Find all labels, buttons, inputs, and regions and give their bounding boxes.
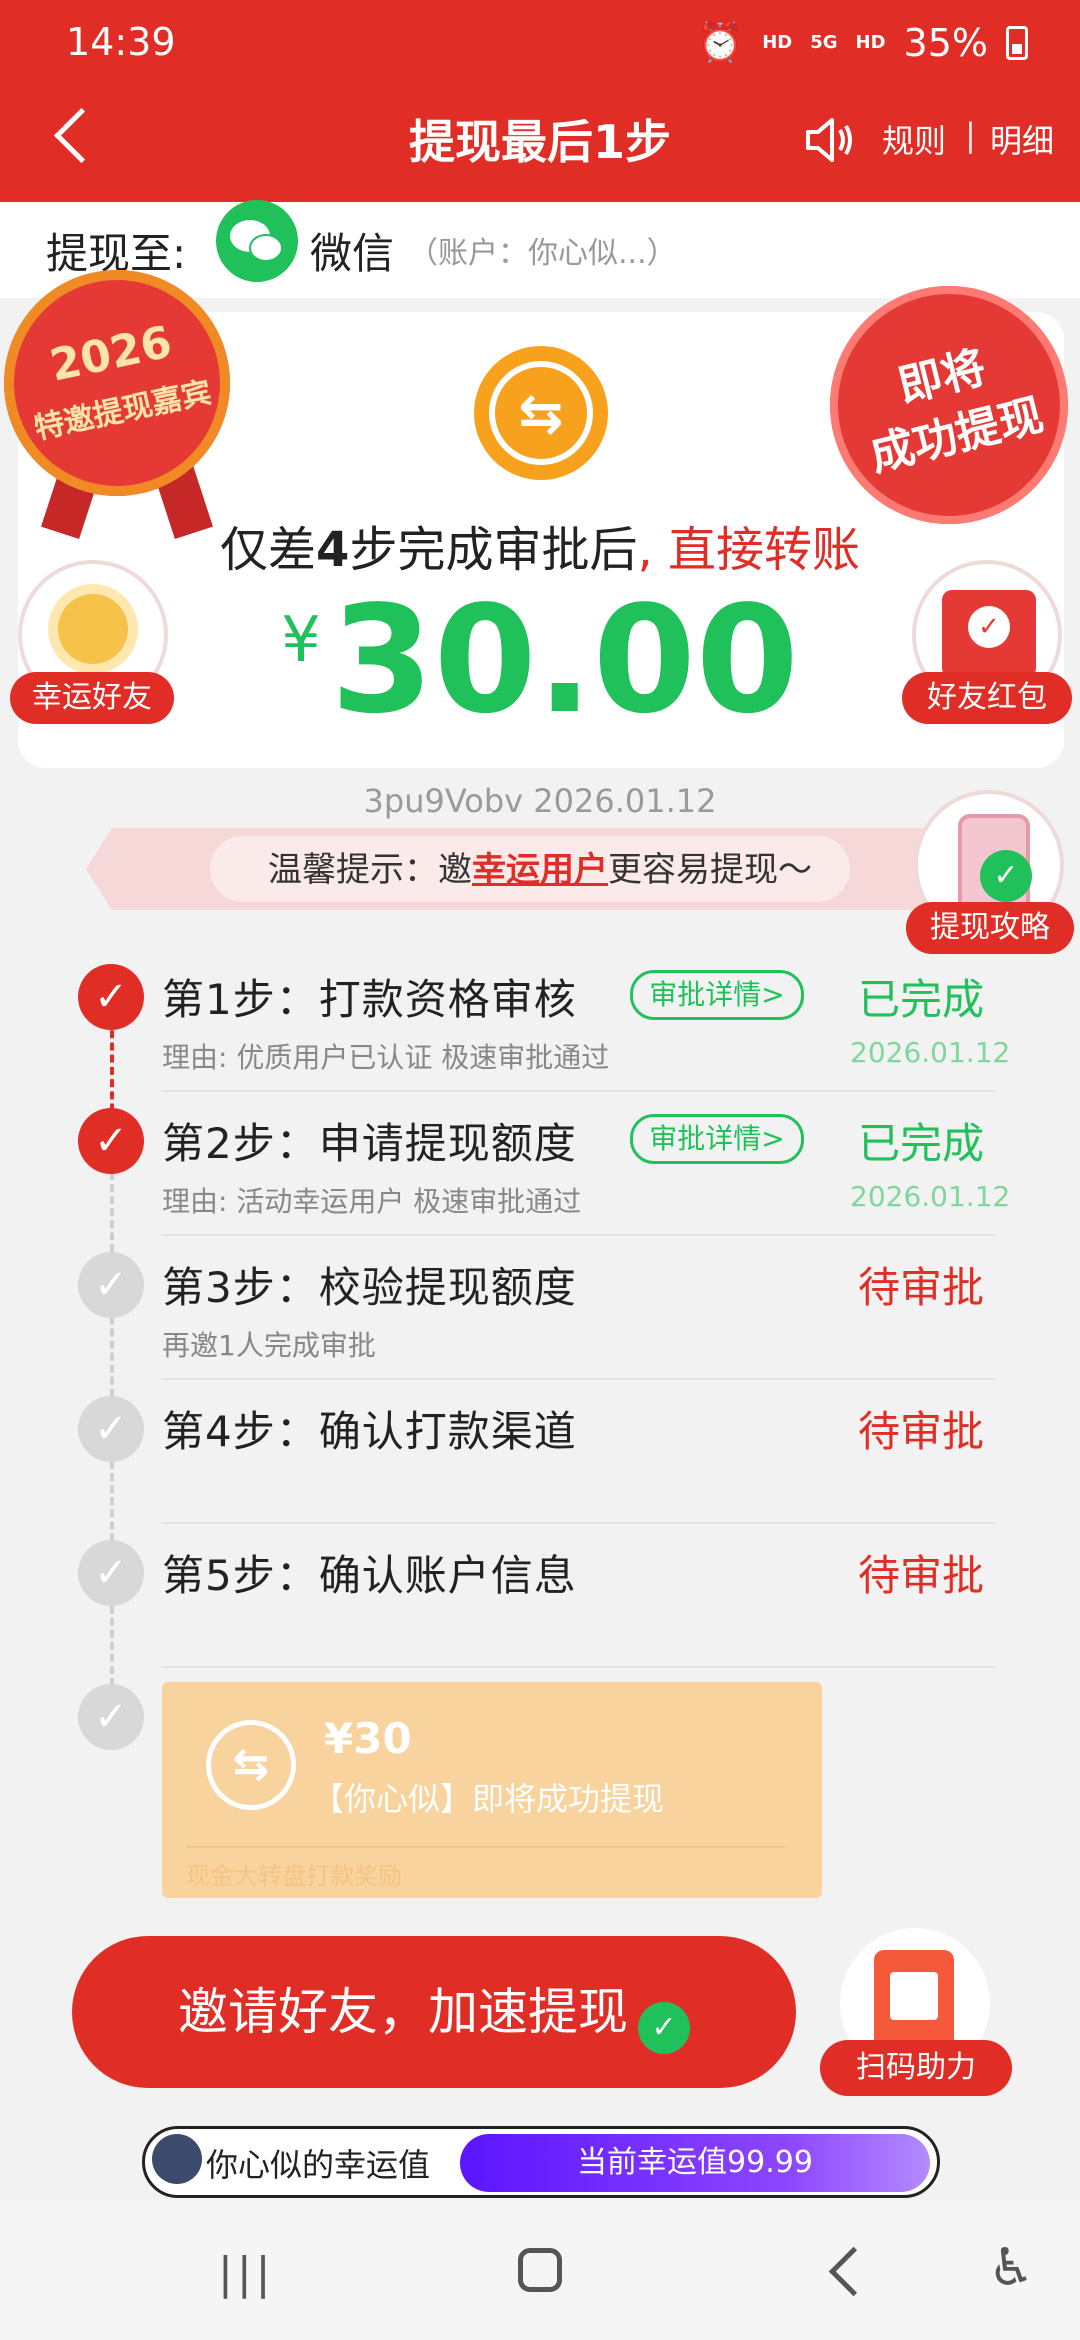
friend-redpacket-button[interactable]: 好友红包 (902, 672, 1072, 724)
code-date: 3pu9Vobv 2026.01.12 (363, 782, 717, 820)
step-divider (162, 1666, 996, 1668)
step-divider (162, 1522, 996, 1524)
step-reason: 理由: 活动幸运用户 极速审批通过 (162, 1185, 582, 1218)
approval-detail-button[interactable]: 审批详情> (630, 1114, 804, 1164)
rules-link[interactable]: 规则 (882, 116, 946, 162)
check-icon: ✓ (78, 1108, 144, 1174)
step-title: 第1步：打款资格审核 (162, 975, 577, 1024)
check-icon: ✓ (78, 1684, 144, 1750)
step-date: 2026.01.12 (850, 1180, 1011, 1213)
amount-value: 30.00 (330, 574, 799, 746)
step-status: 待审批 (858, 1407, 985, 1456)
account-name: （账户：你心似...） (408, 236, 677, 271)
check-icon: ✓ (78, 964, 144, 1030)
accessibility-icon[interactable]: ♿ (988, 2238, 1035, 2298)
check-icon: ✓ (980, 850, 1032, 902)
battery-percent: 35% (903, 20, 988, 65)
step-title: 第5步：确认账户信息 (162, 1551, 577, 1600)
wechat-check-icon: ✓ (638, 2002, 690, 2054)
luck-value: 当前幸运值99.99 (460, 2134, 930, 2192)
luck-label: 你心似的幸运值 (206, 2146, 431, 2184)
step-status: 待审批 (858, 1263, 985, 1312)
status-time: 14:39 (66, 20, 176, 64)
step-title: 第2步：申请提现额度 (162, 1119, 577, 1168)
final-amount: ¥30 (324, 1714, 412, 1763)
step-date: 2026.01.12 (850, 1036, 1011, 1069)
wechat-icon (216, 200, 298, 282)
nav-bar: 提现最后1步 规则 | 明细 (0, 92, 1080, 202)
invite-friends-button[interactable]: 邀请好友，加速提现 ✓ (72, 1936, 796, 2088)
scan-help-button[interactable]: 扫码助力 (820, 2040, 1012, 2096)
wechat-label: 微信 (310, 229, 395, 278)
check-icon: ✓ (78, 1396, 144, 1462)
header-separator: | (965, 116, 976, 154)
step-divider (162, 1378, 996, 1380)
status-bar: 14:39 ⏰ HD 5G HD 35% (0, 0, 1080, 90)
strategy-button[interactable]: 提现攻略 (906, 902, 1074, 954)
approval-detail-button[interactable]: 审批详情> (630, 970, 804, 1020)
lucky-friend-button[interactable]: 幸运好友 (10, 672, 174, 724)
final-text: 【你心似】即将成功提现 (312, 1780, 665, 1818)
step-divider (162, 1234, 996, 1236)
recent-apps-icon[interactable]: ||| (218, 2248, 274, 2299)
headline: 仅差4步完成审批后, 直接转账 (220, 522, 860, 578)
home-icon[interactable] (518, 2248, 562, 2292)
step-reason: 再邀1人完成审批 (162, 1329, 376, 1362)
step-status: 已完成 (858, 1119, 985, 1168)
exchange-icon: ⇆ (474, 346, 608, 480)
step-title: 第3步：校验提现额度 (162, 1263, 577, 1312)
exchange-icon: ⇆ (206, 1720, 296, 1810)
final-small-text: 现金大转盘打款奖励 (186, 1862, 402, 1890)
check-icon: ✓ (78, 1252, 144, 1318)
battery-icon (1006, 25, 1028, 60)
details-link[interactable]: 明细 (990, 116, 1054, 162)
hd-label-2: HD (855, 32, 886, 53)
red-envelope-icon: ✓ (942, 590, 1036, 678)
app-header: 14:39 ⏰ HD 5G HD 35% 提现最后1步 规则 | 明细 (0, 0, 1080, 202)
check-icon: ✓ (78, 1540, 144, 1606)
hd-label-1: HD (762, 32, 793, 53)
step-title: 第4步：确认打款渠道 (162, 1407, 577, 1456)
user-icon (58, 594, 128, 664)
qr-code-icon (874, 1950, 954, 2050)
step-reason: 理由: 优质用户已认证 极速审批通过 (162, 1041, 610, 1074)
speaker-icon[interactable] (800, 110, 860, 170)
final-divider (186, 1846, 786, 1848)
currency-symbol: ¥ (281, 603, 321, 676)
step-status: 待审批 (858, 1551, 985, 1600)
step-divider (162, 1090, 996, 1092)
step-status: 已完成 (858, 975, 985, 1024)
alarm-icon: ⏰ (696, 20, 745, 64)
avatar (152, 2134, 202, 2184)
status-icons: ⏰ HD 5G HD 35% (697, 20, 1028, 65)
network-label: 5G (810, 32, 838, 53)
